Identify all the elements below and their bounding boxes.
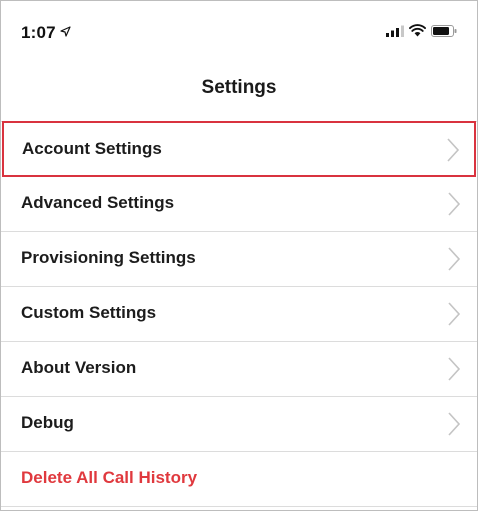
row-label: Debug [21, 413, 74, 432]
row-label: Delete All Call History [21, 468, 198, 487]
settings-row-advanced-settings[interactable]: Advanced Settings [1, 177, 477, 232]
chevron-right-icon [447, 411, 461, 437]
chevron-right-icon [447, 356, 461, 382]
settings-list: Account Settings Advanced Settings Provi… [1, 121, 477, 507]
row-label: Account Settings [22, 139, 162, 158]
status-icons [386, 24, 457, 42]
chevron-right-icon [446, 137, 460, 163]
settings-row-custom-settings[interactable]: Custom Settings [1, 287, 477, 342]
settings-row-debug[interactable]: Debug [1, 397, 477, 452]
time-text: 1:07 [21, 23, 56, 42]
signal-icon [386, 24, 404, 42]
row-label: Provisioning Settings [21, 248, 196, 267]
row-label: Advanced Settings [21, 193, 175, 212]
location-arrow-icon [60, 26, 71, 40]
row-label: About Version [21, 358, 137, 377]
delete-all-call-history-button[interactable]: Delete All Call History [1, 452, 477, 507]
status-time: 1:07 [21, 23, 71, 43]
chevron-right-icon [447, 301, 461, 327]
page-title: Settings [201, 77, 277, 98]
settings-row-account-settings[interactable]: Account Settings [2, 121, 476, 177]
chevron-right-icon [447, 191, 461, 217]
chevron-right-icon [447, 246, 461, 272]
row-label: Custom Settings [21, 303, 157, 322]
phone-screen: 1:07 Settings Account Settings Advanced … [0, 0, 478, 511]
settings-row-about-version[interactable]: About Version [1, 342, 477, 397]
battery-icon [431, 24, 457, 42]
settings-row-provisioning-settings[interactable]: Provisioning Settings [1, 232, 477, 287]
navigation-bar: Settings [1, 59, 477, 122]
wifi-icon [409, 24, 426, 42]
status-bar: 1:07 [1, 1, 477, 59]
